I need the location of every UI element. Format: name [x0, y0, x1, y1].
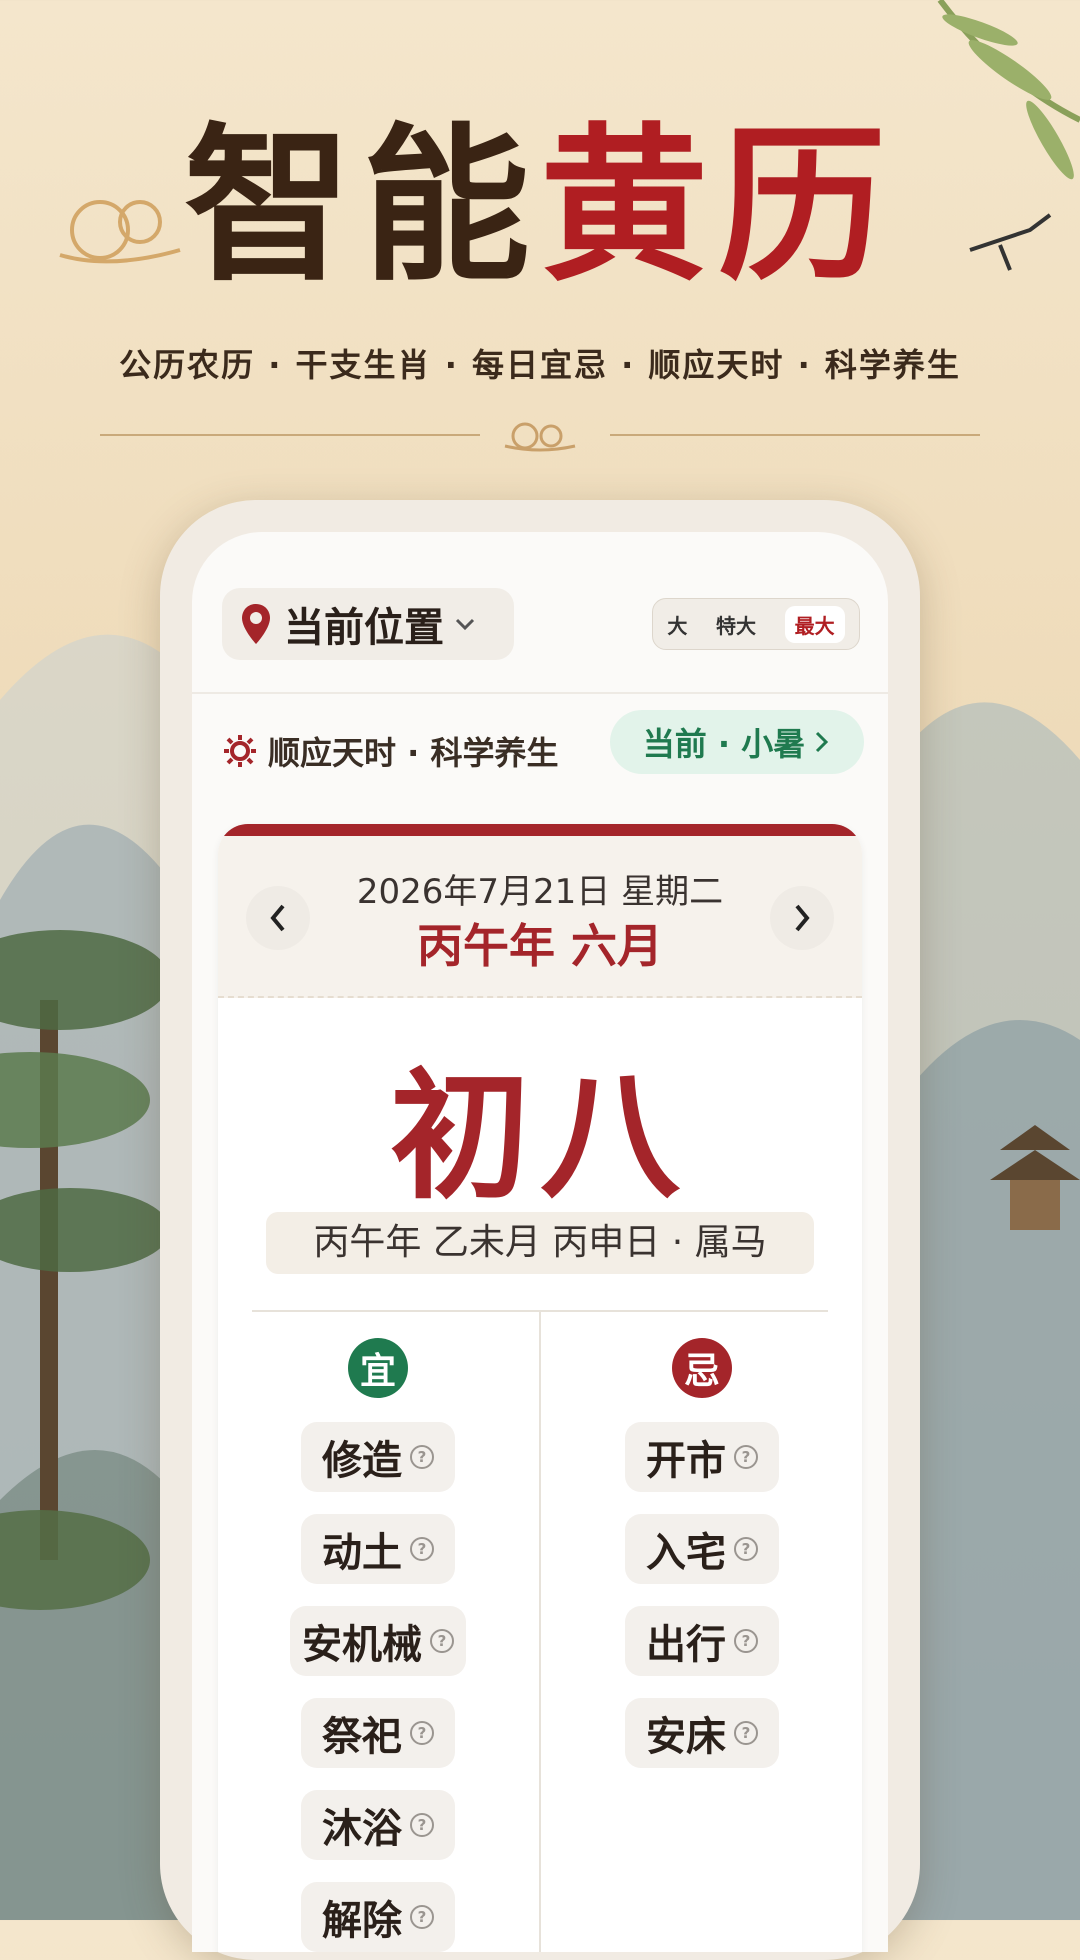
font-size-max[interactable]: 最大 — [784, 605, 845, 643]
chevron-down-icon — [455, 618, 475, 631]
divider-left — [100, 434, 480, 436]
poster-subtitle: 公历农历 · 干支生肖 · 每日宜忌 · 顺应天时 · 科学养生 — [119, 346, 961, 384]
font-size-large[interactable]: 大 — [667, 610, 687, 639]
yi-item-label: 修造 — [322, 1438, 402, 1484]
lunar-day: 初八 — [389, 1056, 690, 1219]
ji-item-label: 开市 — [646, 1438, 726, 1484]
help-icon: ? — [734, 1721, 758, 1745]
help-icon: ? — [734, 1537, 758, 1561]
yi-item[interactable]: 安机械? — [290, 1606, 466, 1676]
help-icon: ? — [410, 1905, 434, 1929]
chevron-right-icon — [816, 731, 829, 753]
yi-item[interactable]: 祭祀? — [301, 1698, 455, 1768]
title-dark-part: 智能 — [184, 106, 540, 304]
ji-item[interactable]: 开市? — [625, 1422, 779, 1492]
help-icon: ? — [734, 1445, 758, 1469]
ji-item-label: 安床 — [646, 1714, 726, 1760]
location-pin-icon — [242, 604, 270, 644]
help-icon: ? — [430, 1629, 454, 1653]
yi-item[interactable]: 动土? — [301, 1514, 455, 1584]
yi-item-label: 祭祀 — [322, 1714, 402, 1760]
ji-item-label: 出行 — [646, 1622, 726, 1668]
lunar-month: 丙午年 六月 — [416, 919, 663, 973]
yi-item-label: 动土 — [322, 1530, 402, 1576]
card-accent-bar — [218, 824, 862, 836]
ji-column: 忌 开市? 入宅? 出行? 安床? — [542, 1338, 862, 1790]
font-size-switch: 大 特大 最大 — [652, 598, 860, 650]
yi-item-label: 沐浴 — [322, 1806, 402, 1852]
font-size-extra-large[interactable]: 特大 — [716, 610, 756, 639]
slogan-text: 顺应天时 · 科学养生 — [268, 734, 559, 772]
date-header: 2026年7月21日 星期二 丙午年 六月 — [218, 836, 862, 998]
location-selector[interactable]: 当前位置 — [222, 588, 514, 660]
divider-right — [610, 434, 980, 436]
app-screen: 当前位置 大 特大 最大 顺应天时 · 科学养生 当前 · 小暑 2026年7月… — [192, 532, 888, 1952]
solar-term-label: 当前 · 小暑 — [642, 725, 806, 763]
yi-item[interactable]: 沐浴? — [301, 1790, 455, 1860]
help-icon: ? — [734, 1629, 758, 1653]
title-red-part: 黄历 — [540, 106, 896, 304]
help-icon: ? — [410, 1537, 434, 1561]
poster-title: 智能黄历 — [0, 110, 1080, 300]
next-day-button[interactable] — [770, 886, 834, 950]
ji-item[interactable]: 安床? — [625, 1698, 779, 1768]
help-icon: ? — [410, 1445, 434, 1469]
divider-cloud-icon — [504, 422, 576, 452]
sun-icon — [224, 735, 256, 767]
gregorian-date: 2026年7月21日 星期二 — [356, 872, 724, 912]
help-icon: ? — [410, 1721, 434, 1745]
location-label: 当前位置 — [284, 605, 444, 651]
yi-column: 宜 修造? 动土? 安机械? 祭祀? 沐浴? 解除? — [218, 1338, 538, 1952]
ji-item-label: 入宅 — [646, 1530, 726, 1576]
yi-item[interactable]: 修造? — [301, 1422, 455, 1492]
chevron-right-icon — [795, 904, 810, 932]
ji-badge: 忌 — [672, 1338, 732, 1398]
column-divider — [539, 1312, 541, 1952]
ji-item[interactable]: 出行? — [625, 1606, 779, 1676]
yi-badge: 宜 — [348, 1338, 408, 1398]
ji-item[interactable]: 入宅? — [625, 1514, 779, 1584]
top-bar: 当前位置 大 特大 最大 — [192, 532, 888, 692]
yi-item[interactable]: 解除? — [301, 1882, 455, 1952]
yi-item-label: 安机械 — [302, 1622, 422, 1668]
yi-item-label: 解除 — [322, 1898, 402, 1944]
help-icon: ? — [410, 1813, 434, 1837]
ganzhi-zodiac: 丙午年 乙未月 丙申日 · 属马 — [266, 1212, 814, 1274]
almanac-card: 2026年7月21日 星期二 丙午年 六月 初八 丙午年 乙未月 丙申日 · 属… — [218, 824, 862, 1952]
solar-term-button[interactable]: 当前 · 小暑 — [610, 710, 864, 774]
